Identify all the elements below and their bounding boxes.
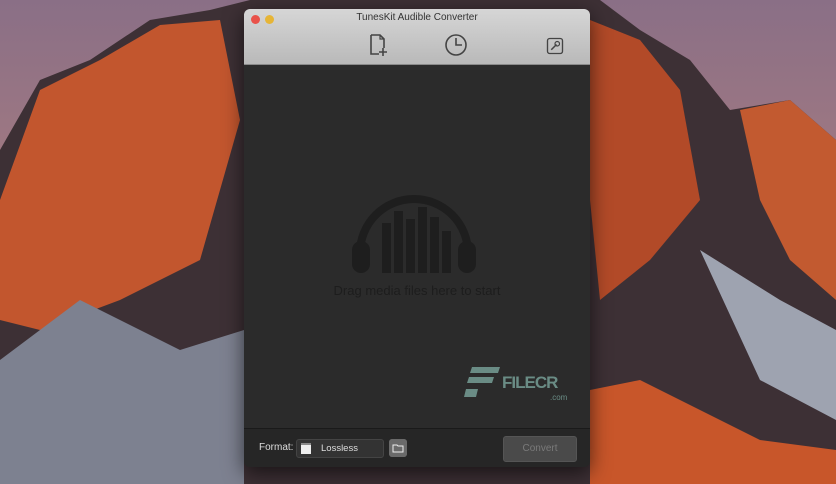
output-folder-button[interactable] <box>389 439 407 457</box>
add-file-icon[interactable] <box>366 33 390 57</box>
format-value: Lossless <box>321 443 358 454</box>
convert-button[interactable]: Convert <box>503 436 577 462</box>
filecr-logo-icon <box>464 367 500 397</box>
format-label: Format: <box>259 442 294 453</box>
bottom-bar: Format: Lossless Convert <box>244 428 590 467</box>
format-icon <box>301 443 311 454</box>
watermark-text: FILECR <box>502 373 558 392</box>
wrench-settings-icon[interactable] <box>546 37 564 55</box>
drop-area[interactable]: Drag media files here to start FILECR .c… <box>244 65 590 428</box>
format-selector[interactable]: Lossless <box>296 439 384 458</box>
history-icon[interactable] <box>444 33 468 57</box>
titlebar: TunesKit Audible Converter <box>244 9 590 65</box>
headphones-icon <box>352 195 476 273</box>
window-title: TunesKit Audible Converter <box>356 12 478 23</box>
app-window: TunesKit Audible Converter Drag media fi… <box>244 9 590 467</box>
drop-hint: Drag media files here to start <box>333 283 501 298</box>
watermark-domain: .com <box>550 393 568 402</box>
